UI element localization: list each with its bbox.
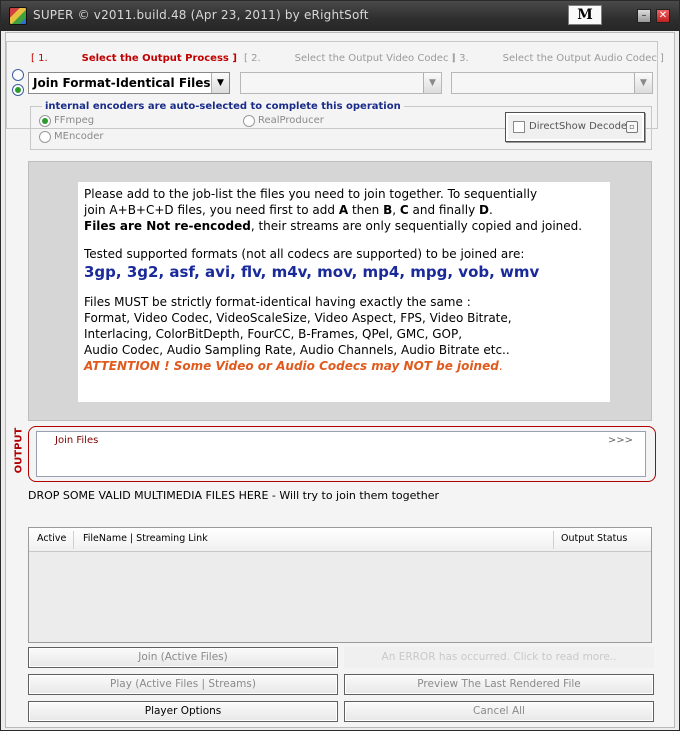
audio-codec-select[interactable]: ▼ [451,72,653,94]
col-output-status[interactable]: Output Status [561,533,627,544]
col-filename[interactable]: FileName | Streaming Link [83,533,208,544]
close-button[interactable]: ✕ [656,9,670,23]
chevron-down-icon[interactable]: ▼ [423,73,441,93]
step1-number: [ 1. [31,53,48,64]
info-line: Files MUST be strictly format-identical … [84,295,471,309]
step2-label: [ 2. Select the Output Video Codec ] [244,53,456,64]
info-line: Files are Not re-encoded, their streams … [84,219,583,233]
player-options-button[interactable]: Player Options [28,701,338,722]
window-title: SUPER © v2011.build.48 (Apr 23, 2011) by… [33,8,369,22]
drop-zone-text: DROP SOME VALID MULTIMEDIA FILES HERE - … [28,489,439,502]
step2-number: [ 2. [244,53,261,64]
info-line: Please add to the job-list the files you… [84,187,538,201]
output-process-value: Join Format-Identical Files [33,76,211,90]
mencoder-radio[interactable] [39,131,51,143]
step3-number: [ 3. [452,53,469,64]
directshow-checkbox[interactable] [513,121,525,133]
step2-title: Select the Output Video Codec ] [294,53,456,64]
info-text: Please add to the job-list the files you… [78,182,610,402]
info-line: Interlacing, ColorBitDepth, FourCC, B-Fr… [84,327,463,341]
step3-title: Select the Output Audio Codec ] [502,53,664,64]
cancel-all-button[interactable]: Cancel All [344,701,654,722]
list-header: Active FileName | Streaming Link Output … [29,528,651,552]
title-bar[interactable]: SUPER © v2011.build.48 (Apr 23, 2011) by… [1,1,679,31]
m-menu-button[interactable]: M [568,5,602,25]
output-label: OUTPUT [13,427,25,474]
info-line: Audio Codec, Audio Sampling Rate, Audio … [84,343,510,357]
app-window: SUPER © v2011.build.48 (Apr 23, 2011) by… [0,0,680,731]
output-side-label: OUTPUT [12,425,26,481]
encoders-title: internal encoders are auto-selected to c… [42,101,404,112]
chevron-down-icon[interactable]: ▼ [211,73,229,93]
file-list[interactable]: Active FileName | Streaming Link Output … [28,527,652,643]
step3-label: [ 3. Select the Output Audio Codec ] [452,53,664,64]
realproducer-radio[interactable] [243,115,255,127]
ffmpeg-label: FFmpeg [54,115,95,126]
info-line: Format, Video Codec, VideoScaleSize, Vid… [84,311,512,325]
play-button[interactable]: Play (Active Files | Streams) [28,674,338,695]
output-value: Join Files [55,435,99,446]
minimize-button[interactable]: – [637,9,651,23]
ffmpeg-radio[interactable] [39,115,51,127]
supported-formats: 3gp, 3g2, asf, avi, flv, m4v, mov, mp4, … [84,263,540,281]
app-logo-icon [9,7,27,25]
error-message[interactable]: An ERROR has occurred. Click to read mor… [344,647,654,668]
col-active[interactable]: Active [37,533,66,544]
step1-label: [ 1. Select the Output Process ] [31,53,237,64]
video-codec-select[interactable]: ▼ [240,72,442,94]
chevron-down-icon[interactable]: ▼ [634,73,652,93]
directshow-label: DirectShow Decode [529,121,628,132]
mode-radio-bottom[interactable] [12,84,24,96]
info-panel: Please add to the job-list the files you… [28,161,652,421]
document-icon: ▫ [626,121,638,133]
info-line: Tested supported formats (not all codecs… [84,247,525,261]
join-button[interactable]: Join (Active Files) [28,647,338,668]
main-content: [ 1. Select the Output Process ] [ 2. Sele… [5,32,675,728]
expand-chevrons-icon[interactable]: >>> [608,435,633,446]
output-field[interactable]: Join Files >>> [36,431,646,477]
attention-line: ATTENTION ! Some Video or Audio Codecs m… [84,359,503,373]
realproducer-label: RealProducer [258,115,324,126]
info-line: join A+B+C+D files, you need first to ad… [84,203,493,217]
step1-title: Select the Output Process ] [81,53,237,64]
directshow-decode-button[interactable]: DirectShow Decode ▫ [505,112,645,142]
mencoder-label: MEncoder [54,131,104,142]
output-process-select[interactable]: Join Format-Identical Files ▼ [28,72,230,94]
preview-button[interactable]: Preview The Last Rendered File [344,674,654,695]
mode-radio-top[interactable] [12,69,24,81]
